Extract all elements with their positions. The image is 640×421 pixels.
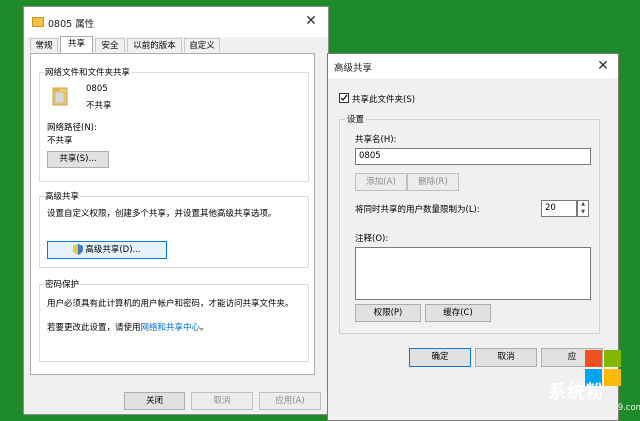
share-button[interactable]: 共享(S)... [47,151,109,168]
close-button[interactable]: 关闭 [124,392,185,410]
comment-label: 注释(O): [355,234,389,244]
tab-customize[interactable]: 自定义 [184,38,220,52]
user-limit-label: 将同时共享的用户数量限制为(L): [355,205,480,215]
advanced-sharing-titlebar: 高级共享 ✕ [328,54,618,78]
tab-sharing[interactable]: 共享 [60,36,93,53]
network-path-label: 网络路径(N): [47,123,97,133]
share-folder-checkbox[interactable] [339,93,349,103]
tab-security[interactable]: 安全 [95,38,125,52]
properties-titlebar: 0805 属性 ✕ [24,7,328,37]
advanced-sharing-button-label: 高级共享(D)... [85,245,141,255]
spin-down-icon[interactable]: ▼ [578,209,588,217]
advanced-cancel-button[interactable]: 取消 [475,348,537,367]
folder-icon [32,17,44,27]
tab-previous-versions[interactable]: 以前的版本 [127,38,182,52]
properties-cancel-button[interactable]: 取消 [191,392,253,410]
user-limit-spinner[interactable]: ▲ ▼ [577,200,589,217]
ok-button[interactable]: 确定 [409,348,471,367]
password-change-prefix: 若要更改此设置，请使用 [47,323,141,333]
properties-close-icon[interactable]: ✕ [302,12,320,30]
advanced-sharing-button[interactable]: 高级共享(D)... [47,241,167,259]
properties-title: 0805 属性 [48,19,95,30]
uac-shield-icon [73,244,84,255]
advanced-sharing-title: 高级共享 [44,190,81,202]
tab-general[interactable]: 常规 [30,38,58,52]
share-name-label: 共享名(H): [355,135,397,145]
watermark-name: 系统粉 [548,382,605,403]
network-sharing-title: 网络文件和文件夹共享 [44,66,132,78]
logo-tile-yellow [604,369,621,386]
logo-tile-red [585,350,602,367]
watermark-url: www.win7999.com [564,403,640,413]
checkmark-icon [340,94,348,101]
logo-tile-green [604,350,621,367]
add-button[interactable]: 添加(A) [355,173,407,191]
spin-up-icon[interactable]: ▲ [578,201,588,209]
folder-name: 0805 [86,84,108,94]
properties-apply-button[interactable]: 应用(A) [259,392,321,410]
advanced-sharing-description: 设置自定义权限，创建多个共享，并设置其他高级共享选项。 [47,209,277,219]
user-limit-input[interactable]: 20 [541,200,577,217]
advanced-sharing-close-icon[interactable]: ✕ [594,57,612,75]
shared-folder-icon [52,86,68,106]
password-description: 用户必须具有此计算机的用户帐户和密码，才能访问共享文件夹。 [47,299,294,309]
password-change-suffix: 。 [200,323,209,333]
network-sharing-center-link[interactable]: 网络和共享中心 [141,323,201,333]
password-change-text: 若要更改此设置，请使用网络和共享中心。 [47,321,209,333]
password-protection-title: 密码保护 [44,278,81,290]
share-name-input[interactable]: 0805 [355,148,591,165]
remove-button[interactable]: 删除(R) [407,173,459,191]
advanced-sharing-window-title: 高级共享 [334,63,373,74]
caching-button[interactable]: 缓存(C) [425,304,491,322]
share-folder-label[interactable]: 共享此文件夹(S) [352,93,415,105]
folder-share-status: 不共享 [86,101,112,111]
permissions-button[interactable]: 权限(P) [355,304,421,322]
network-path-value: 不共享 [47,136,73,146]
comment-textarea[interactable] [355,247,591,300]
settings-group-title: 设置 [345,113,367,125]
